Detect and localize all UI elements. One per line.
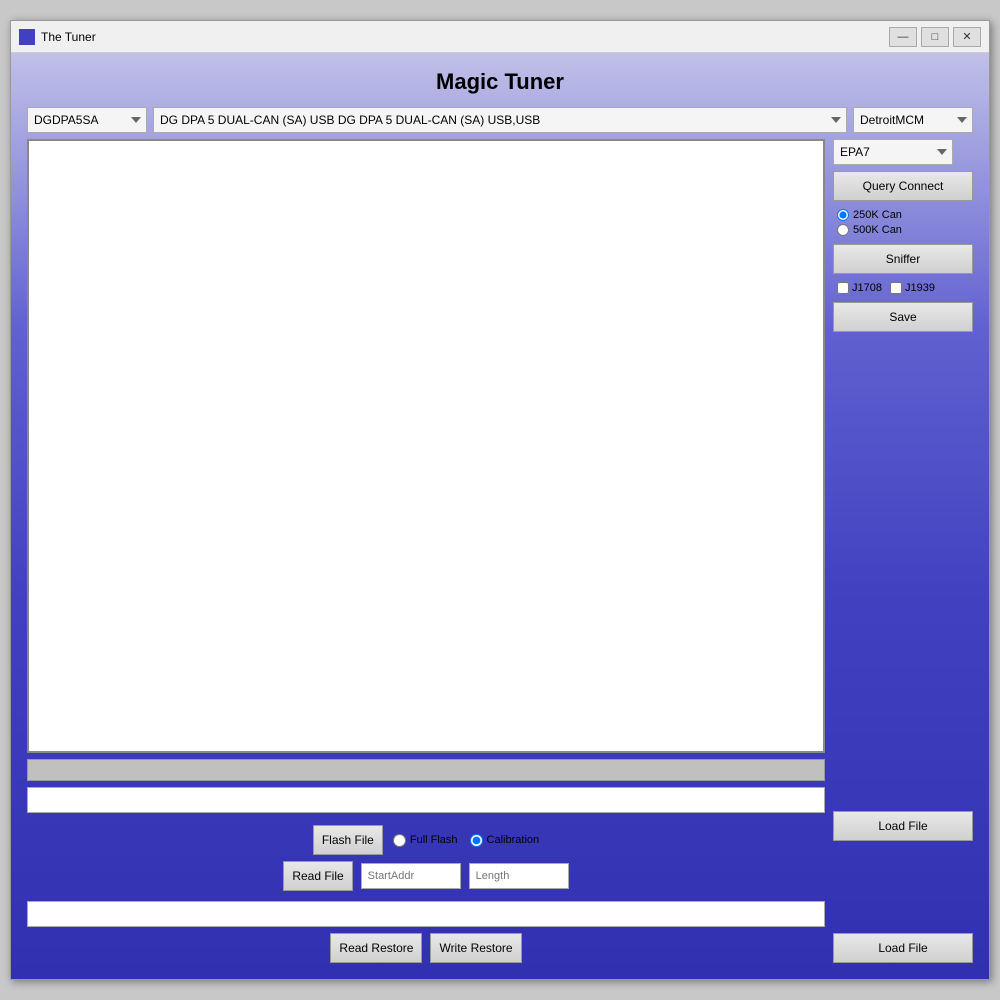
- can-speed-radio-group: 250K Can 500K Can: [833, 207, 973, 238]
- file-path-row: [27, 787, 825, 813]
- calibration-radio-item[interactable]: Calibration: [470, 834, 540, 847]
- epa-dropdown[interactable]: EPA7: [833, 139, 953, 165]
- restore-section: Read Restore Write Restore: [27, 901, 825, 963]
- j1939-checkbox-item[interactable]: J1939: [890, 282, 935, 294]
- close-button[interactable]: ✕: [953, 27, 981, 47]
- sniffer-button[interactable]: Sniffer: [833, 244, 973, 274]
- title-bar-text: The Tuner: [41, 30, 889, 44]
- read-row: Read File: [27, 861, 825, 891]
- radio-500k-label: 500K Can: [853, 224, 902, 236]
- main-content: Flash File Full Flash Calibration: [27, 139, 973, 963]
- radio-250k-item[interactable]: 250K Can: [837, 209, 969, 221]
- full-flash-radio[interactable]: [393, 834, 406, 847]
- top-row: DGDPA5SA DG DPA 5 DUAL-CAN (SA) USB DG D…: [27, 107, 973, 133]
- sniffer-checkbox-row: J1708 J1939: [833, 280, 973, 296]
- log-area: [27, 139, 825, 753]
- progress-bar-container: [27, 759, 825, 781]
- calibration-radio[interactable]: [470, 834, 483, 847]
- radio-250k[interactable]: [837, 209, 849, 221]
- flash-row: Flash File Full Flash Calibration: [27, 825, 825, 855]
- restore-btn-row: Read Restore Write Restore: [27, 933, 825, 963]
- main-window: The Tuner — □ ✕ Magic Tuner DGDPA5SA DG …: [10, 20, 990, 980]
- minimize-button[interactable]: —: [889, 27, 917, 47]
- length-input[interactable]: [469, 863, 569, 889]
- j1939-label: J1939: [905, 282, 935, 294]
- right-panel: EPA7 Query Connect 250K Can 500K Can Sni…: [833, 139, 973, 963]
- j1939-checkbox[interactable]: [890, 282, 902, 294]
- save-button[interactable]: Save: [833, 302, 973, 332]
- flash-type-radio-group: Full Flash Calibration: [393, 834, 539, 847]
- adapter-dropdown[interactable]: DGDPA5SA: [27, 107, 147, 133]
- title-bar: The Tuner — □ ✕: [11, 21, 989, 53]
- radio-500k-item[interactable]: 500K Can: [837, 224, 969, 236]
- maximize-button[interactable]: □: [921, 27, 949, 47]
- file-path-input[interactable]: [27, 787, 825, 813]
- window-body: Magic Tuner DGDPA5SA DG DPA 5 DUAL-CAN (…: [11, 53, 989, 979]
- restore-path-input[interactable]: [27, 901, 825, 927]
- right-spacer: [833, 338, 973, 805]
- j1708-label: J1708: [852, 282, 882, 294]
- j1708-checkbox-item[interactable]: J1708: [837, 282, 882, 294]
- calibration-label: Calibration: [487, 834, 540, 846]
- radio-250k-label: 250K Can: [853, 209, 902, 221]
- flash-file-button[interactable]: Flash File: [313, 825, 383, 855]
- j1708-checkbox[interactable]: [837, 282, 849, 294]
- query-connect-button[interactable]: Query Connect: [833, 171, 973, 201]
- app-title: Magic Tuner: [27, 69, 973, 95]
- write-restore-button[interactable]: Write Restore: [430, 933, 521, 963]
- bottom-section: Flash File Full Flash Calibration: [27, 825, 825, 891]
- full-flash-label: Full Flash: [410, 834, 458, 846]
- restore-path-row: [27, 901, 825, 927]
- radio-500k[interactable]: [837, 224, 849, 236]
- device-dropdown[interactable]: DG DPA 5 DUAL-CAN (SA) USB DG DPA 5 DUAL…: [153, 107, 847, 133]
- right-gap: [833, 847, 973, 927]
- read-restore-button[interactable]: Read Restore: [330, 933, 422, 963]
- title-bar-buttons: — □ ✕: [889, 27, 981, 47]
- load-file-top-button[interactable]: Load File: [833, 811, 973, 841]
- ecm-dropdown[interactable]: DetroitMCM: [853, 107, 973, 133]
- full-flash-radio-item[interactable]: Full Flash: [393, 834, 458, 847]
- read-file-button[interactable]: Read File: [283, 861, 352, 891]
- load-file-bottom-button[interactable]: Load File: [833, 933, 973, 963]
- left-panel: Flash File Full Flash Calibration: [27, 139, 825, 963]
- start-addr-input[interactable]: [361, 863, 461, 889]
- app-icon: [19, 29, 35, 45]
